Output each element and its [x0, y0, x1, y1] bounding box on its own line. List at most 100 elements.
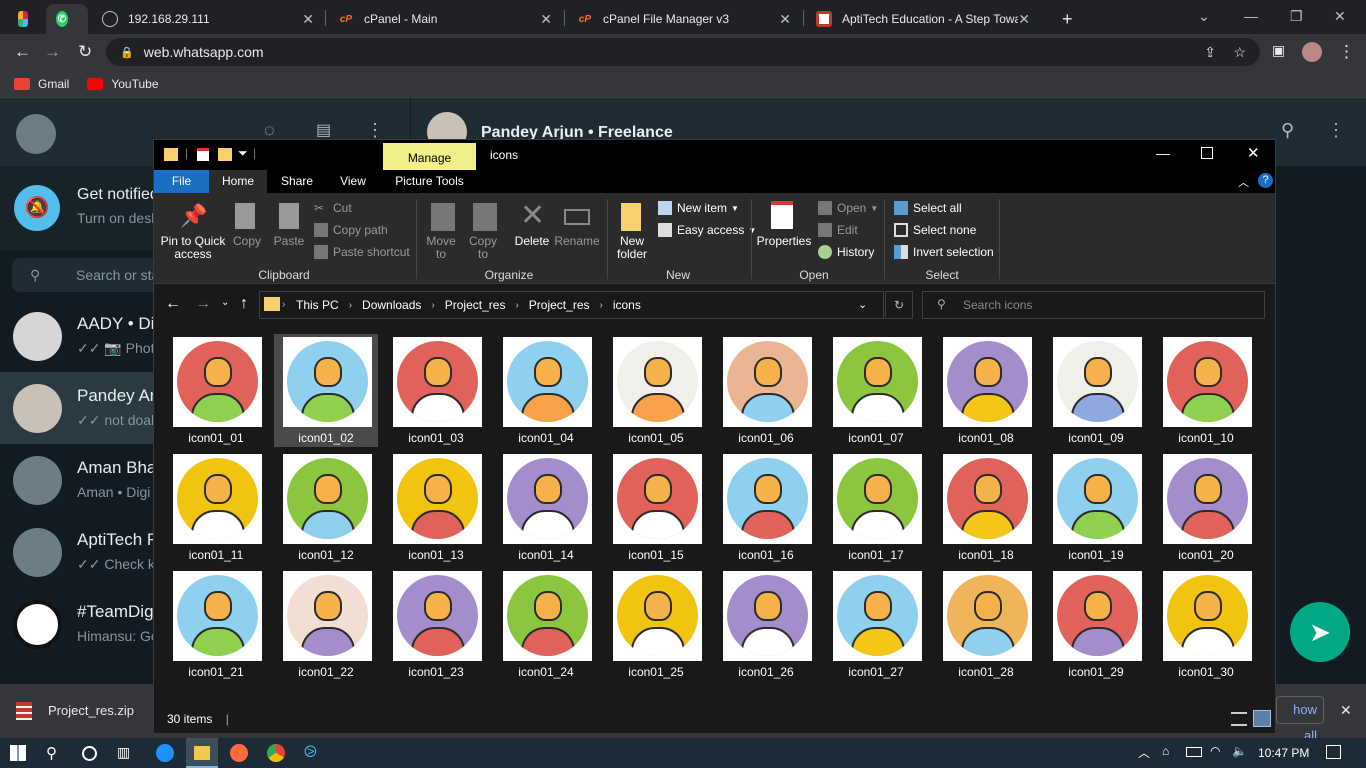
volume-icon[interactable]: 🔈 [1232, 744, 1247, 758]
file-item[interactable]: icon01_29 [1044, 568, 1148, 681]
close-icon[interactable]: ✕ [1018, 11, 1030, 28]
customize-quick-access-icon[interactable]: ⏷ [238, 146, 248, 161]
help-icon[interactable]: ? [1258, 173, 1273, 188]
edge-icon[interactable] [156, 744, 174, 762]
file-item[interactable]: icon01_18 [934, 451, 1038, 564]
minimize-icon[interactable]: — [1244, 8, 1258, 24]
file-item[interactable]: icon01_11 [164, 451, 268, 564]
tab-cpanel-file-manager[interactable]: cP cPanel File Manager v3 ✕ [567, 4, 801, 34]
cut-button[interactable]: ✂ Cut [314, 201, 352, 215]
breadcrumb-this-pc[interactable]: This PC [296, 298, 339, 312]
tab-share[interactable]: Share [267, 170, 327, 193]
new-item-button[interactable]: New item ▼ [658, 201, 739, 215]
file-item[interactable]: icon01_19 [1044, 451, 1148, 564]
download-filename[interactable]: Project_res.zip [48, 703, 134, 718]
file-item[interactable]: icon01_25 [604, 568, 708, 681]
select-all-button[interactable]: Select all [894, 201, 962, 215]
close-icon[interactable]: ✕ [1247, 144, 1260, 162]
show-all-button[interactable]: how all [1276, 696, 1324, 743]
menu-dots-icon[interactable]: ⋮ [1338, 42, 1355, 62]
manage-tab[interactable]: Manage [383, 143, 476, 170]
path-history-chevron-icon[interactable]: ⌄ [858, 298, 867, 311]
copy-path-button[interactable]: Copy path [314, 223, 388, 237]
search-icon[interactable]: ⚲ [46, 744, 64, 762]
close-window-icon[interactable]: ✕ [1334, 8, 1346, 25]
notification-center-icon[interactable] [1326, 745, 1341, 759]
my-avatar[interactable] [16, 114, 56, 154]
file-item[interactable]: icon01_24 [494, 568, 598, 681]
close-icon[interactable]: ✕ [540, 11, 552, 28]
delete-button[interactable]: Delete [510, 235, 554, 248]
file-item[interactable]: icon01_08 [934, 334, 1038, 447]
new-folder-quick-icon[interactable] [218, 148, 232, 161]
sidebar-icon[interactable]: ▣ [1272, 42, 1285, 59]
share-icon[interactable]: ⇪ [1204, 44, 1216, 61]
details-view-icon[interactable] [1231, 712, 1247, 726]
file-item[interactable]: icon01_30 [1154, 568, 1258, 681]
breadcrumb-icons[interactable]: icons [613, 298, 641, 312]
breadcrumb-downloads[interactable]: Downloads [362, 298, 421, 312]
tab-cpanel-main[interactable]: cP cPanel - Main ✕ [328, 4, 562, 34]
menu-dots-icon[interactable]: ⋮ [1327, 120, 1345, 141]
properties-quick-icon[interactable] [197, 148, 209, 161]
bookmark-star-icon[interactable]: ☆ [1233, 44, 1246, 61]
file-item[interactable]: icon01_14 [494, 451, 598, 564]
minimize-icon[interactable]: — [1156, 145, 1170, 161]
profile-avatar[interactable] [1302, 42, 1322, 62]
recent-locations-chevron-icon[interactable]: ⌄ [221, 297, 229, 308]
file-item[interactable]: icon01_01 [164, 334, 268, 447]
maximize-icon[interactable] [1201, 147, 1213, 159]
refresh-icon[interactable]: ↻ [885, 291, 913, 319]
paste-button[interactable]: Paste [272, 235, 306, 248]
meet-now-icon[interactable]: ⌂ [1162, 744, 1169, 758]
close-icon[interactable]: ✕ [302, 11, 314, 28]
status-icon[interactable]: ◌ [264, 120, 275, 141]
file-item[interactable]: icon01_10 [1154, 334, 1258, 447]
file-item[interactable]: icon01_04 [494, 334, 598, 447]
tab-ip-address[interactable]: 192.168.29.111 ✕ [92, 4, 324, 34]
invert-selection-button[interactable]: Invert selection [894, 245, 994, 259]
edit-button[interactable]: Edit [818, 223, 858, 237]
battery-icon[interactable] [1186, 747, 1202, 757]
file-item[interactable]: icon01_27 [824, 568, 928, 681]
back-arrow-icon[interactable]: ← [165, 295, 181, 313]
close-icon[interactable]: ✕ [779, 11, 791, 28]
file-item[interactable]: icon01_17 [824, 451, 928, 564]
file-item[interactable]: icon01_20 [1154, 451, 1258, 564]
tab-file[interactable]: File [154, 170, 209, 193]
file-item[interactable]: icon01_02 [274, 334, 378, 447]
file-item[interactable]: icon01_06 [714, 334, 818, 447]
new-folder-button[interactable]: New folder [612, 235, 652, 261]
collapse-ribbon-icon[interactable]: ︿ [1238, 174, 1249, 190]
file-item[interactable]: icon01_09 [1044, 334, 1148, 447]
file-item[interactable]: icon01_13 [384, 451, 488, 564]
history-button[interactable]: History [818, 245, 874, 259]
wifi-icon[interactable]: ◠ [1210, 744, 1220, 758]
bookmark-youtube[interactable]: YouTube [87, 77, 159, 91]
brave-icon[interactable] [230, 744, 248, 762]
windows-start-icon[interactable] [10, 745, 26, 761]
vscode-icon[interactable]: ⧁ [304, 744, 322, 762]
close-icon[interactable]: ✕ [1340, 702, 1352, 719]
copy-button[interactable]: Copy [230, 235, 264, 248]
forward-arrow-icon[interactable]: → [195, 295, 211, 313]
new-tab-button[interactable]: + [1052, 4, 1082, 34]
paste-shortcut-button[interactable]: Paste shortcut [314, 245, 410, 259]
cortana-icon[interactable] [82, 746, 97, 761]
forward-icon[interactable]: → [44, 42, 61, 62]
reload-icon[interactable]: ↻ [78, 42, 92, 62]
rename-button[interactable]: Rename [554, 235, 600, 248]
breadcrumb-project-res[interactable]: Project_res [445, 298, 506, 312]
file-item[interactable]: icon01_15 [604, 451, 708, 564]
file-item[interactable]: icon01_22 [274, 568, 378, 681]
easy-access-button[interactable]: Easy access ▼ [658, 223, 756, 237]
file-item[interactable]: icon01_28 [934, 568, 1038, 681]
bookmark-gmail[interactable]: Gmail [14, 77, 69, 91]
new-chat-icon[interactable]: ▤ [316, 120, 331, 140]
restore-icon[interactable]: ❐ [1290, 8, 1303, 25]
select-none-button[interactable]: Select none [894, 223, 976, 237]
tab-aptitech[interactable]: AptiTech Education - A Step Towa ✕ [806, 4, 1040, 34]
file-item[interactable]: icon01_26 [714, 568, 818, 681]
chevron-up-icon[interactable]: ︿ [1138, 744, 1150, 761]
search-icon[interactable]: ⚲ [1281, 120, 1294, 141]
